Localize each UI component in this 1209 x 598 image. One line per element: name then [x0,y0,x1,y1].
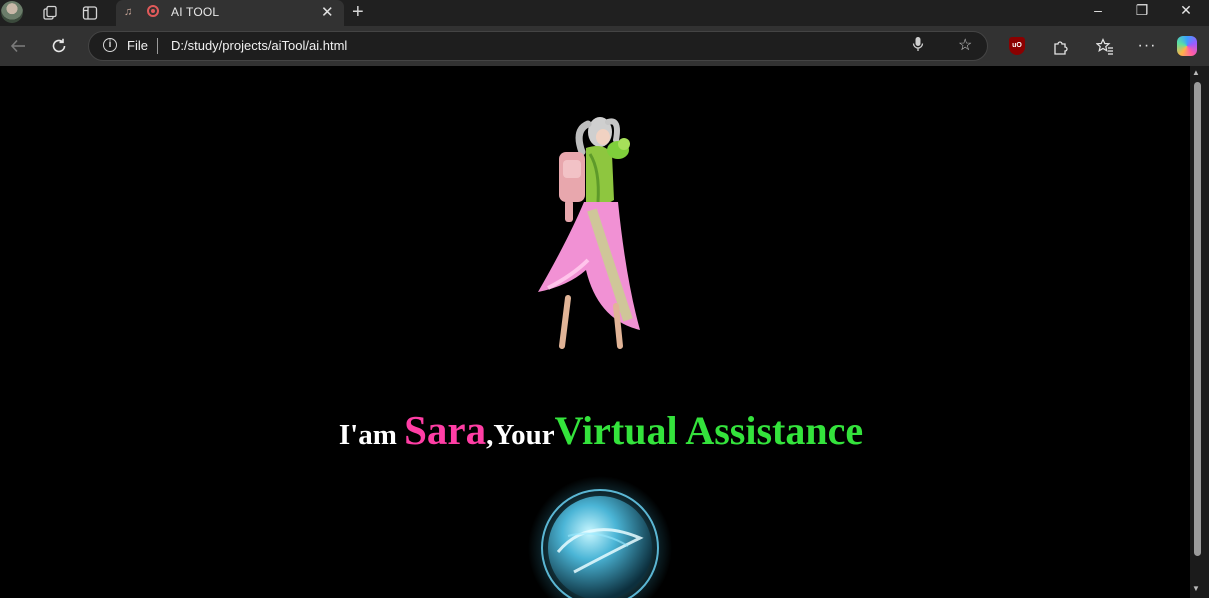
recording-icon [147,5,159,17]
microphone-icon[interactable] [912,36,924,55]
favorites-icon[interactable] [1094,35,1116,57]
address-bar[interactable]: i File D:/study/projects/aiTool/ai.html … [88,31,988,61]
scrollbar-thumb[interactable] [1194,82,1201,556]
scheme-label: File [127,38,148,53]
vertical-tabs-icon[interactable] [79,2,101,24]
info-icon[interactable]: i [103,38,117,52]
heading-virtual-assistance: Virtual Assistance [554,408,864,453]
favorite-star-icon[interactable]: ☆ [958,35,972,55]
extensions-icon[interactable] [1049,35,1071,57]
heading-intro: I'am [338,419,405,451]
tab-title: AI TOOL [171,5,220,19]
tab-close-icon[interactable]: ✕ [321,3,334,21]
refresh-icon[interactable] [48,35,70,57]
more-menu-icon[interactable]: ··· [1136,35,1158,57]
restore-button[interactable]: ❐ [1122,2,1162,19]
page-content: I'am Sara,YourVirtual Assistance [0,66,1190,598]
url-text[interactable]: D:/study/projects/aiTool/ai.html [171,38,347,53]
audio-icon: ♫ [124,6,133,18]
back-icon[interactable] [7,35,29,57]
close-window-button[interactable]: ✕ [1166,2,1206,19]
workspaces-icon[interactable] [39,2,61,24]
tab-ai-tool[interactable]: ♫ AI TOOL ✕ [116,0,344,26]
heading-your: ,Your [486,419,555,451]
voice-orb-icon[interactable] [528,476,672,598]
assistant-name: Sara [404,407,487,453]
tab-strip: ♫ AI TOOL ✕ + – ❐ ✕ [0,0,1209,26]
profile-avatar[interactable] [1,1,23,23]
sara-character-image [538,117,640,349]
navigation-bar: i File D:/study/projects/aiTool/ai.html … [0,26,1209,66]
ublock-icon[interactable]: uO [1009,37,1025,55]
scroll-down-arrow[interactable]: ▼ [1192,584,1200,593]
scroll-up-arrow[interactable]: ▲ [1192,68,1200,77]
minimize-button[interactable]: – [1078,2,1118,18]
address-separator [157,38,158,54]
copilot-icon[interactable] [1177,36,1197,56]
new-tab-button[interactable]: + [352,1,364,24]
assistant-heading: I'am Sara,YourVirtual Assistance [0,406,1190,454]
